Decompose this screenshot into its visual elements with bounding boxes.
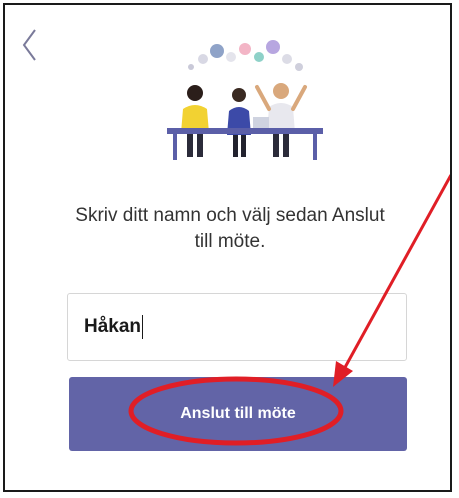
bubble-icon (226, 52, 236, 62)
bubble-icon (282, 54, 292, 64)
bubble-icon (239, 43, 251, 55)
bubble-icon (198, 54, 208, 64)
name-input-value: Håkan (84, 316, 142, 337)
bubble-icon (295, 63, 303, 71)
join-meeting-screen: Skriv ditt namn och välj sedan Anslut ti… (3, 3, 452, 492)
instruction-line-1: Skriv ditt namn och välj sedan Anslut (75, 205, 385, 226)
instruction-text: Skriv ditt namn och välj sedan Anslut ti… (45, 203, 415, 255)
join-meeting-button[interactable]: Anslut till möte (69, 377, 407, 451)
bubble-icon (254, 52, 264, 62)
instruction-line-2: till möte. (194, 231, 266, 252)
people-at-table-illustration (167, 40, 323, 160)
text-cursor (142, 315, 144, 339)
name-input[interactable]: Håkan (67, 293, 407, 361)
join-meeting-button-label: Anslut till möte (180, 405, 296, 422)
bubble-icon (210, 44, 224, 58)
bubble-icon (266, 40, 280, 54)
chevron-left-icon[interactable] (19, 27, 41, 63)
bubble-icon (188, 64, 194, 70)
